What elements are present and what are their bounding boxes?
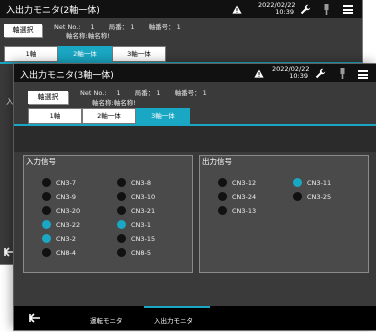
signal-indicator [293,178,302,187]
back-axis-name-label: 軸名称: [66,32,88,40]
signal-label: CN3-20 [56,207,81,215]
back-tab-2axis[interactable]: 2軸一体 [58,46,112,62]
back-time: 10:39 [275,8,294,16]
signal-label: CN3-12 [232,179,257,187]
axis-select-button[interactable]: 軸選択 [28,91,68,104]
signal-indicator [117,192,126,201]
warning-triangle-icon[interactable] [232,5,242,14]
net-info: Net No.: 1 局番： 1 軸番号： 1 [80,87,207,97]
signal-label: CN3-10 [131,193,156,201]
axis-name-label: 軸名称: [92,99,114,107]
back-datetime: 2022/02/22 10:39 [258,2,295,16]
signal-indicator [117,220,126,229]
signal-indicator [117,206,126,215]
signal-label: CN3-13 [232,207,257,215]
signal-indicator [42,220,51,229]
signal-label: CN3-9 [56,193,77,201]
signal-indicator [42,206,51,215]
back-axis-name: 軸名称:軸名称! [66,30,110,40]
signal-indicator [218,206,227,215]
signal-indicator [293,192,302,201]
signal-indicator [42,248,51,257]
axis-name-value: 軸名称! [113,99,136,107]
back-axisnum-value: 1 [176,23,181,31]
axisnum-value: 1 [202,89,207,97]
back-page-title: 入出力モニタ(2軸一体) [6,6,100,16]
warning-triangle-icon[interactable] [254,69,264,78]
signal-label: CN3-24 [232,193,257,201]
signal-label: CN3-7 [56,179,77,187]
back-tab-1axis[interactable]: 1軸 [4,46,58,62]
signal-label: CN3-2 [56,235,77,243]
signal-label: CN3-22 [56,221,81,229]
back-axis-select-button[interactable]: 軸選択 [4,24,42,37]
toolbar-band [14,126,376,152]
bottom-nav: 運転モニタ 入出力モニタ [14,306,376,330]
output-signal-panel: 出力信号 CN3-12 CN3-11 CN3-24 CN3-25 CN3-13 [199,155,369,273]
back-station-value: 1 [130,23,135,31]
station-label: 局番： [134,89,155,97]
hamburger-menu-icon[interactable] [358,70,368,79]
tab-3axis[interactable]: 3軸一体 [136,108,190,124]
input-signal-panel: 入力信号 CN3-7 CN3-8 CN3-9 CN3-10 CN3-20 CN3-21 CN… [23,155,193,273]
back-station-label: 局番： [108,23,129,31]
tab-1axis[interactable]: 1軸 [28,108,82,124]
back-tab-3axis[interactable]: 3軸一体 [112,46,166,62]
back-axis-name-value: 軸名称! [87,32,110,40]
signal-label: CN8-4 [56,249,77,257]
wrench-icon[interactable] [300,4,311,15]
signal-indicator [117,248,126,257]
output-panel-title: 出力信号 [202,157,232,166]
signal-label: CN3-1 [131,221,152,229]
signal-indicator [42,192,51,201]
nav-operation-monitor[interactable]: 運転モニタ [90,315,123,325]
front-screen: 入出力モニタ(3軸一体) 2022/02/22 10:39 軸選択 Net No… [14,64,376,330]
signal-indicator [218,178,227,187]
nav-io-monitor[interactable]: 入出力モニタ [154,315,193,325]
tab-2axis[interactable]: 2軸一体 [82,108,136,124]
axis-name: 軸名称:軸名称! [92,97,136,107]
signal-label: CN3-8 [131,179,152,187]
hamburger-menu-icon[interactable] [343,5,353,14]
datetime: 2022/02/22 10:39 [272,66,309,80]
signal-indicator [42,178,51,187]
page-title: 入出力モニタ(3軸一体) [20,71,114,81]
nav-active-indicator [144,306,210,308]
axisnum-label: 軸番号： [174,89,201,97]
signal-label: CN8-5 [131,249,152,257]
signal-label: CN3-15 [131,235,156,243]
front-titlebar: 入出力モニタ(3軸一体) 2022/02/22 10:39 [14,64,376,82]
back-axisnum-label: 軸番号： [148,23,175,31]
signal-indicator [117,234,126,243]
back-titlebar: 入出力モニタ(2軸一体) 2022/02/22 10:39 [0,0,362,18]
input-panel-title: 入力信号 [26,157,56,166]
signal-indicator [218,192,227,201]
signal-indicator [117,178,126,187]
signal-label: CN3-21 [131,207,156,215]
net-value: 1 [116,89,121,97]
signal-label: CN3-25 [307,193,332,201]
plug-icon [324,4,329,15]
back-arrow-icon[interactable] [28,312,42,324]
wrench-icon[interactable] [315,68,326,79]
net-label: Net No.: [80,89,107,97]
station-value: 1 [156,89,161,97]
plug-icon [340,68,345,79]
signal-indicator [42,234,51,243]
time: 10:39 [289,72,308,80]
signal-label: CN3-11 [307,179,332,187]
